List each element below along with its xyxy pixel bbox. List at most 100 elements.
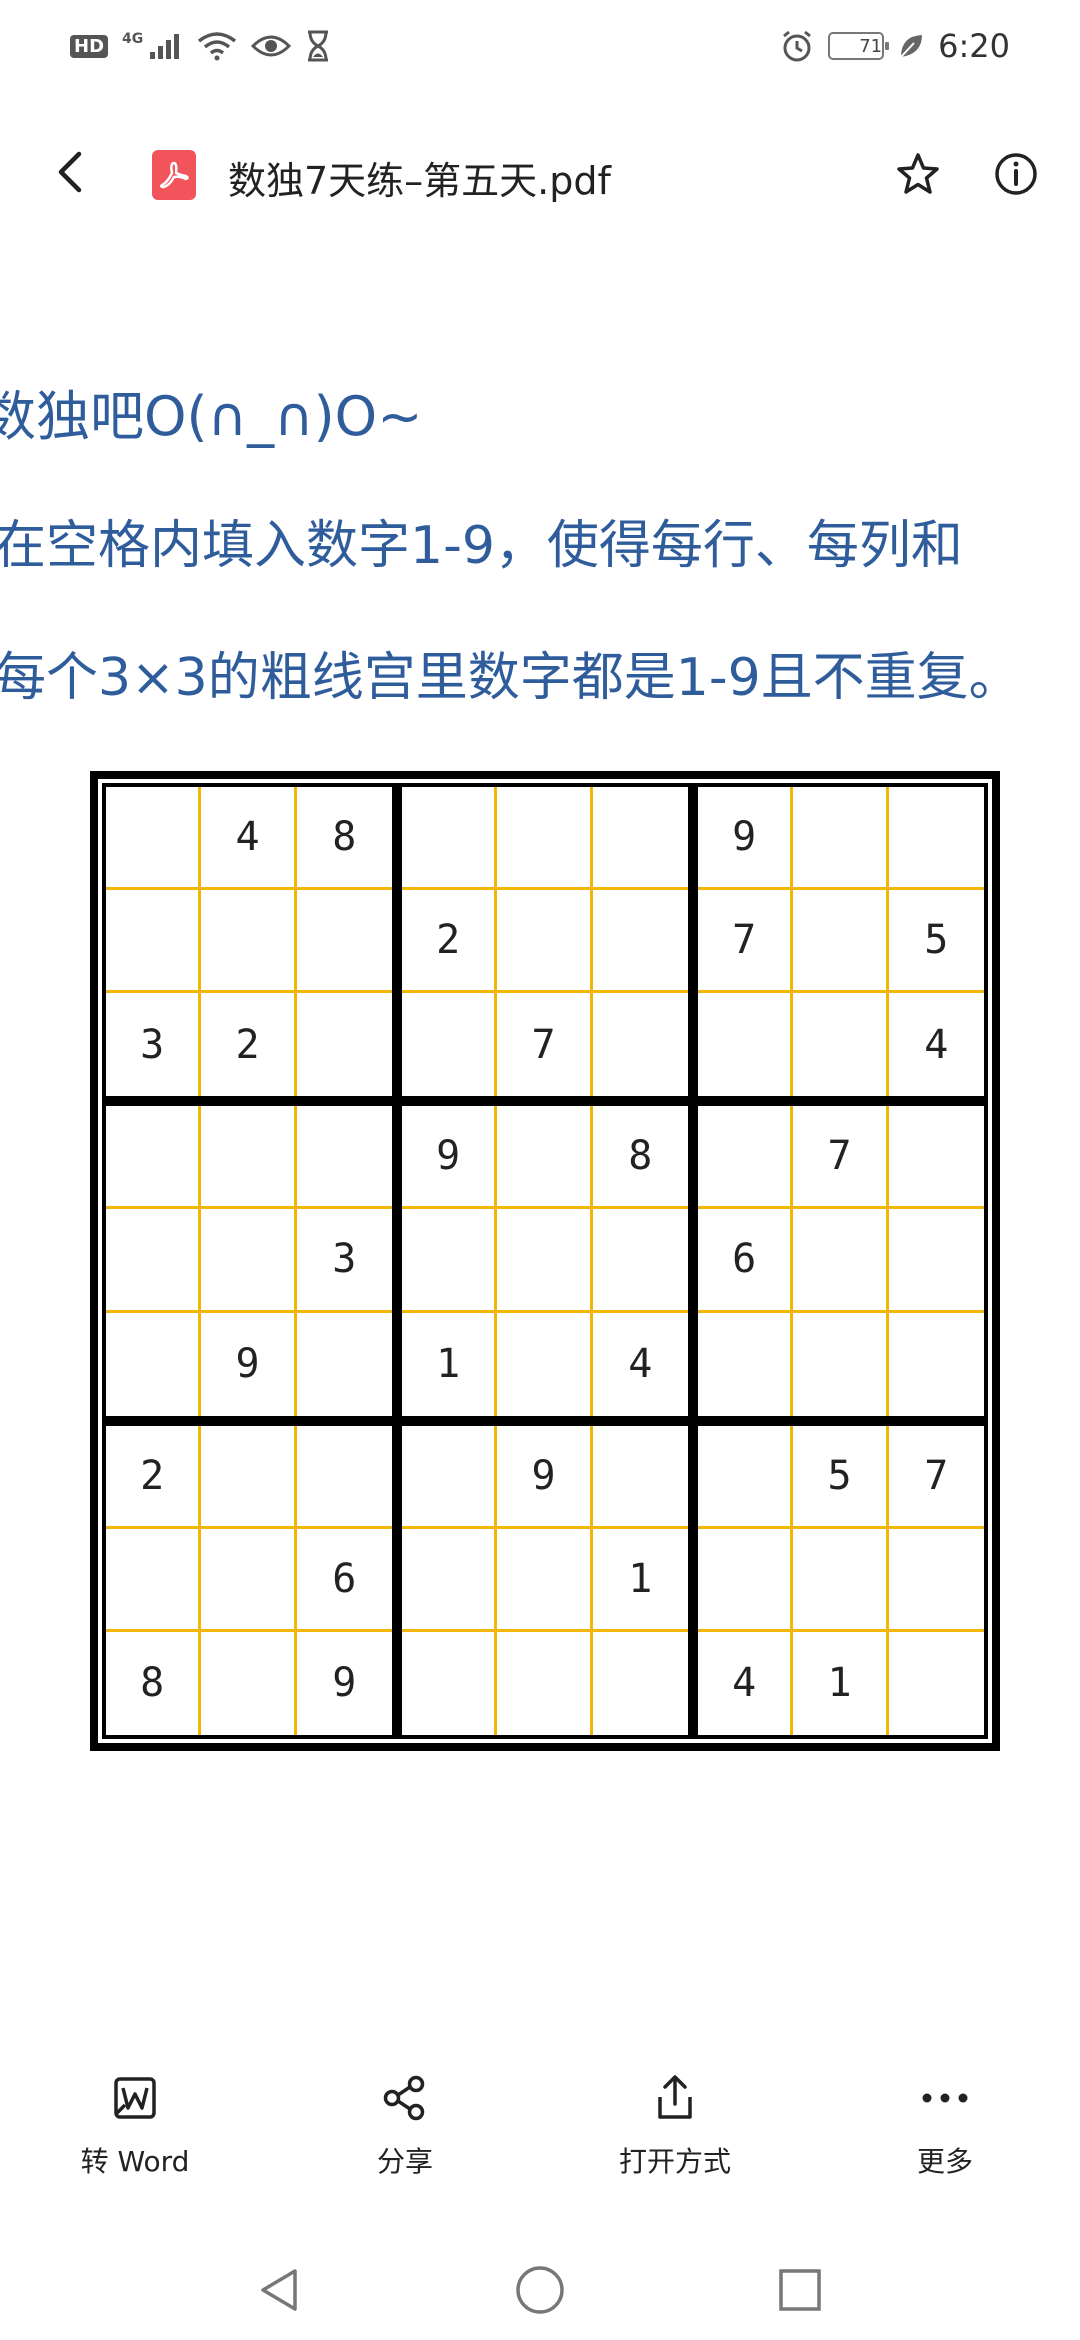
sudoku-cell: 7 [793,1106,889,1210]
sudoku-cell: 9 [698,787,794,891]
sudoku-cell [402,993,498,1097]
battery-icon: 71 [828,32,890,60]
sudoku-cell [698,1528,794,1632]
sudoku-cell: 9 [332,1660,357,1707]
share-label: 分享 [376,2145,433,2178]
sudoku-cell: 8 [592,1106,688,1210]
sudoku-cell [106,1209,202,1313]
sudoku-cell [106,890,202,994]
sudoku-cell [793,993,889,1097]
sudoku-cell [497,890,593,994]
sudoku-cell [497,1106,593,1210]
sudoku-cell [888,1106,984,1210]
sudoku-cell [497,1528,593,1632]
sudoku-cell: 4 [628,1341,653,1388]
sudoku-cell [698,1312,794,1416]
sudoku-cell [201,1425,297,1529]
sudoku-cell: 1 [592,1529,688,1632]
sudoku-cell: 5 [793,1425,889,1529]
sudoku-cell [296,1426,392,1529]
sudoku-cell [106,1106,202,1210]
more-button[interactable]: 更多 [835,2070,1055,2180]
sudoku-cell [889,1632,984,1735]
convert-to-word-button[interactable]: 转 Word [25,2070,245,2180]
leaf-icon [898,32,924,60]
sudoku-cell [297,993,392,1096]
sudoku-cell [793,1209,889,1313]
nav-recents-icon [779,2269,821,2311]
sudoku-puzzle: 4832279754399814762689915741 [90,771,1000,1751]
sudoku-cell: 7 [888,1426,984,1529]
star-icon [897,153,939,194]
sudoku-cell [698,993,794,1097]
sudoku-cell [201,1209,297,1313]
sudoku-cell [888,1529,984,1632]
word-convert-icon [107,2070,163,2126]
network-type: 4G [122,31,144,47]
sudoku-grid: 4832279754399814762689915741 [102,783,988,1739]
sudoku-box: 91 [400,1423,690,1737]
sudoku-cell: 8 [106,1631,202,1735]
convert-to-word-label: 转 Word [80,2145,190,2178]
sudoku-cell [888,1209,984,1313]
nav-back-icon [261,2269,297,2311]
sudoku-cell [402,787,498,891]
sudoku-cell [592,1426,688,1529]
more-label: 更多 [916,2145,973,2178]
sudoku-cell [402,1425,498,1529]
status-bar: HD 4G 71 6:20 [0,0,1080,92]
sudoku-box: 5741 [696,1423,986,1737]
sudoku-cell [793,1312,889,1416]
alarm-icon [780,29,814,63]
sudoku-cell [201,890,297,994]
screen: HD 4G 71 6:20 数独7天练–第五天.pdf 数独吧O(∩_∩)O~ … [0,0,1080,2340]
sudoku-cell [402,1528,498,1632]
sudoku-cell [497,1312,593,1416]
pdf-page[interactable]: 数独吧O(∩_∩)O~ 在空格内填入数字1-9，使得每行、每列和 每个3×3的粗… [0,240,1080,2040]
hd-badge: HD [70,34,109,58]
sudoku-box: 981 4 [400,1104,690,1418]
sudoku-cell: 7 [698,890,794,994]
sudoku-cell [402,1209,498,1313]
sudoku-cell [593,1632,688,1735]
sudoku-cell [497,1631,593,1735]
signal-icon [149,32,183,60]
instruction-line-2: 每个3×3的粗线宫里数字都是1-9且不重复。 [0,648,1021,708]
nav-recents-button[interactable] [770,2260,830,2320]
sudoku-cell [592,1209,688,1313]
sudoku-cell [698,1106,794,1210]
sudoku-cell [888,787,984,891]
sudoku-cell: 2 [106,1425,202,1529]
back-button[interactable] [46,148,94,196]
sudoku-box: 39 [104,1104,394,1418]
sudoku-box: 975 4 [696,785,986,1099]
sudoku-cell: 5 [888,890,984,994]
clock: 6:20 [938,27,1010,65]
nav-back-button[interactable] [250,2260,310,2320]
sudoku-box: 268 9 [104,1423,394,1737]
sudoku-cell [793,1528,889,1632]
open-with-label: 打开方式 [618,2145,731,2178]
sudoku-cell [497,787,593,891]
battery-level: 71 [859,35,883,57]
share-button[interactable]: 分享 [295,2070,515,2180]
share-icon [377,2070,433,2126]
nav-home-button[interactable] [510,2260,570,2320]
open-with-icon [647,2070,703,2126]
sudoku-cell: 9 [402,1106,498,1210]
sudoku-cell: 4 [924,1021,949,1068]
sudoku-box: 4832 [104,785,394,1099]
sudoku-cell: 8 [296,787,392,891]
info-button[interactable] [990,148,1042,200]
sudoku-box: 76 [696,1104,986,1418]
bottom-toolbar: 转 Word 分享 打开方式 更多 [0,2070,1080,2220]
favorite-button[interactable] [892,148,944,200]
sudoku-cell: 2 [402,890,498,994]
sudoku-cell: 1 [402,1312,498,1416]
instruction-line-1: 在空格内填入数字1-9，使得每行、每列和 [0,516,963,576]
open-with-button[interactable]: 打开方式 [565,2070,785,2180]
sudoku-cell [201,1106,297,1210]
document-title: 数独7天练–第五天.pdf [228,159,611,203]
sudoku-box: 27 [400,785,690,1099]
sudoku-cell: 9 [497,1425,593,1529]
